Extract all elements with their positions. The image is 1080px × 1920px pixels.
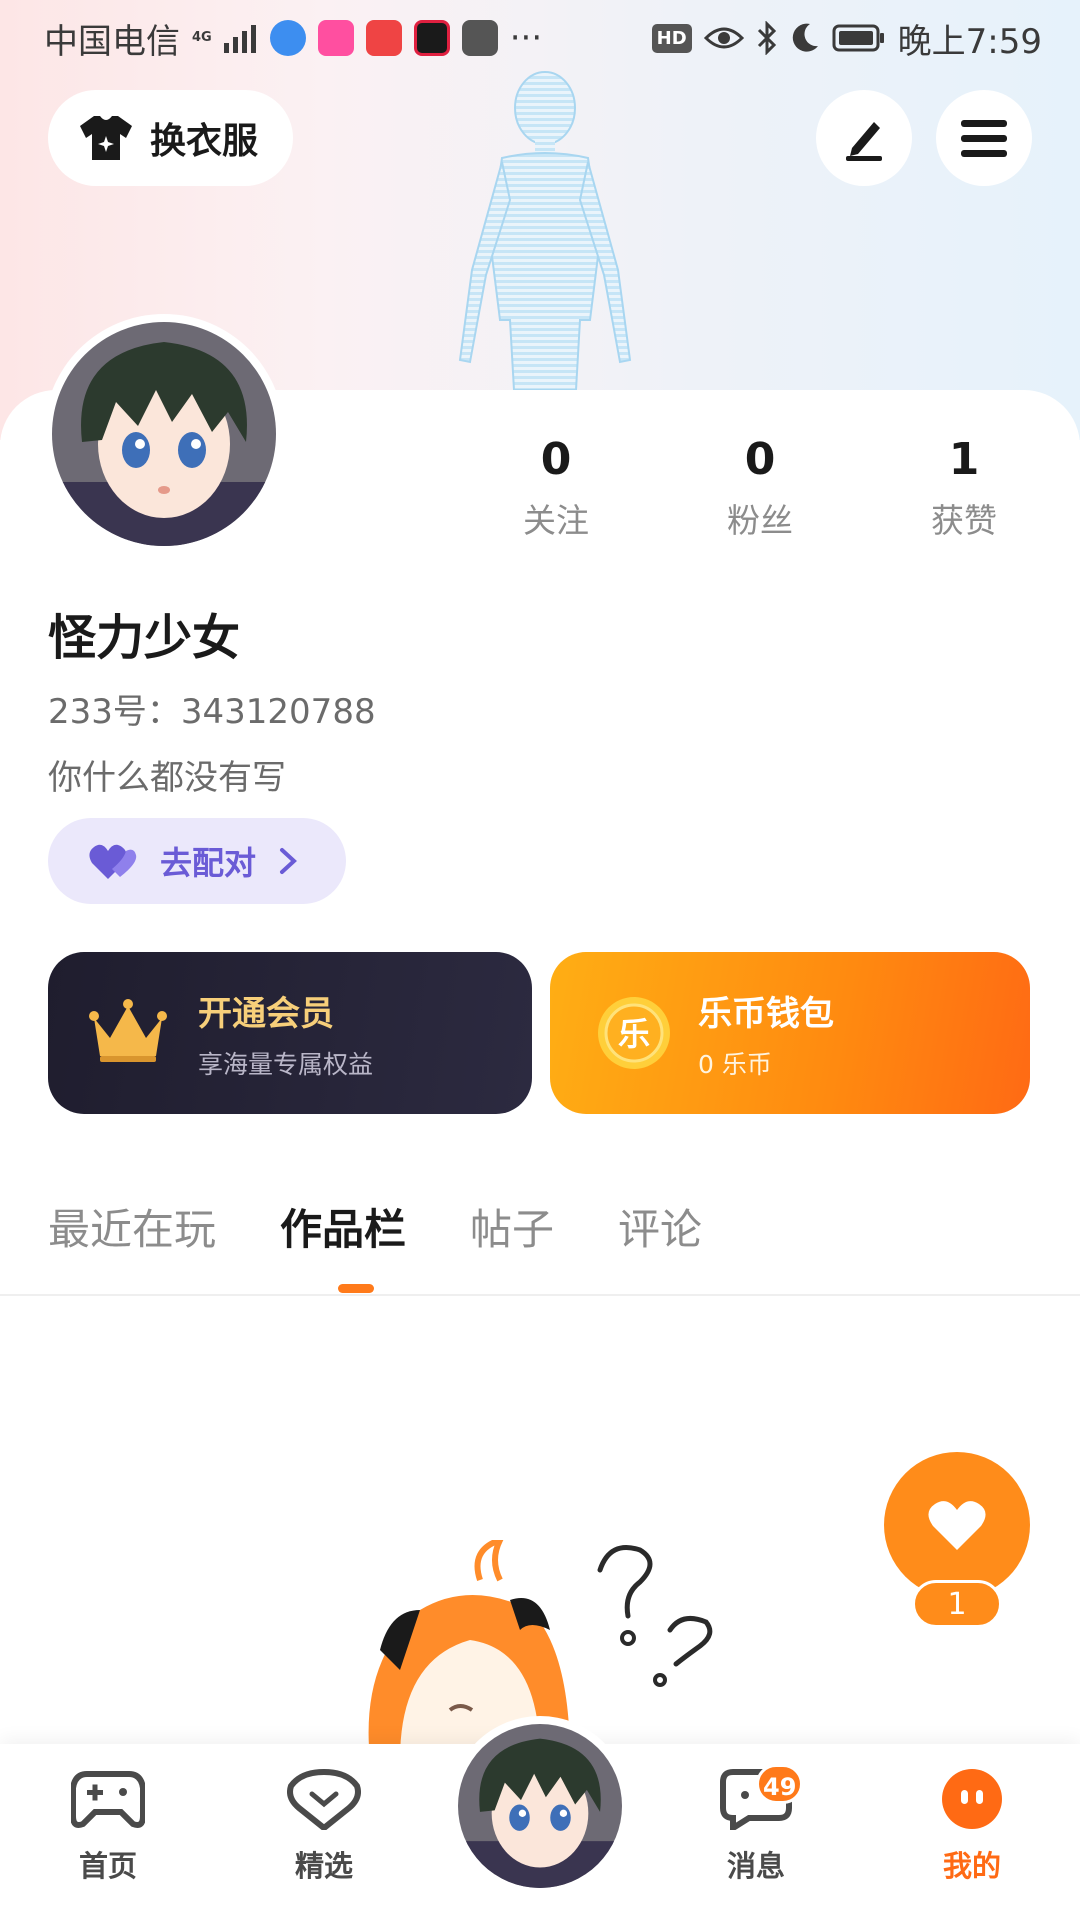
messages-badge: 49	[756, 1764, 804, 1804]
following-label: 关注	[523, 501, 589, 540]
bluetooth-icon	[757, 21, 776, 55]
wallet-card[interactable]: 乐 乐币钱包 0 乐币	[550, 952, 1030, 1114]
pen-icon	[846, 122, 882, 161]
status-bar-right: HD 晚上7:59	[651, 14, 1042, 63]
user-id[interactable]: 233号：343120788	[48, 684, 376, 733]
change-outfit-label: 换衣服	[150, 121, 259, 162]
nav-avatar-image	[458, 1724, 622, 1888]
coin-icon: 乐	[598, 997, 670, 1069]
user-bio[interactable]: 你什么都没有写	[48, 750, 286, 799]
nav-home-label: 首页	[78, 1849, 137, 1883]
nav-featured-label: 精选	[294, 1849, 353, 1883]
nav-messages[interactable]: 49 消息	[686, 1764, 826, 1885]
likes-label: 获赞	[931, 501, 997, 540]
moon-icon	[792, 23, 818, 52]
browser-app-icon	[269, 20, 306, 56]
menu-icon	[961, 120, 1007, 157]
video-app-icon	[317, 20, 354, 56]
avatar-3d-silhouette	[458, 71, 632, 390]
match-button[interactable]: 去配对	[48, 818, 346, 904]
carrier-name: 中国电信	[44, 21, 180, 62]
nav-mine[interactable]: 我的	[902, 1768, 1042, 1885]
crown-icon	[89, 999, 167, 1062]
coin-char: 乐	[618, 1015, 650, 1053]
tab-comments[interactable]: 评论	[618, 1196, 702, 1257]
active-tab-indicator	[338, 1284, 374, 1293]
more-notifications: ···	[509, 18, 543, 58]
eye-icon	[703, 27, 744, 49]
network-type: 4G	[192, 30, 212, 45]
tab-recently-played[interactable]: 最近在玩	[48, 1196, 216, 1257]
likes-stat[interactable]: 1 获赞	[894, 432, 1034, 542]
profile-tabs: 最近在玩 作品栏 帖子 评论	[48, 1196, 702, 1257]
nav-mine-label: 我的	[942, 1849, 1001, 1883]
followers-stat[interactable]: 0 粉丝	[690, 432, 830, 542]
menu-button[interactable]	[936, 90, 1032, 186]
nav-home[interactable]: 首页	[38, 1768, 178, 1885]
tshirt-icon	[80, 116, 132, 160]
like-count-badge: 1	[912, 1580, 1002, 1628]
heart-chat-icon	[287, 1768, 361, 1832]
user-nickname: 怪力少女	[48, 610, 241, 666]
status-bar: 中国电信 4G ··· HD 晚上7:59	[0, 0, 1080, 76]
nav-featured[interactable]: 精选	[254, 1768, 394, 1885]
avatar-image	[52, 322, 276, 546]
face-icon	[942, 1769, 1002, 1829]
wallet-balance: 0 乐币	[698, 1049, 772, 1079]
wallet-title: 乐币钱包	[698, 993, 834, 1034]
bottom-navigation: 首页 精选 49 消息 我的	[0, 1716, 1080, 1920]
edit-profile-button[interactable]	[816, 90, 912, 186]
profile-avatar[interactable]	[44, 314, 284, 554]
huawei-app-icon	[461, 20, 498, 56]
hd-icon: HD	[651, 23, 692, 53]
vip-subtitle: 享海量专属权益	[198, 1049, 374, 1079]
clock: 晚上7:59	[897, 21, 1042, 62]
status-bar-left: 中国电信 4G ···	[44, 14, 542, 63]
nav-messages-label: 消息	[726, 1849, 785, 1883]
chevron-right-icon	[280, 848, 297, 874]
battery-icon	[832, 24, 884, 52]
like-button[interactable]	[884, 1452, 1030, 1598]
vip-membership-card[interactable]: 开通会员 享海量专属权益	[48, 952, 532, 1114]
following-stat[interactable]: 0 关注	[486, 432, 626, 542]
following-count: 0	[540, 434, 572, 485]
reader-app-icon	[365, 20, 402, 56]
tab-divider	[0, 1294, 1080, 1296]
followers-count: 0	[744, 434, 776, 485]
match-label: 去配对	[160, 844, 257, 882]
nav-avatar[interactable]	[450, 1716, 630, 1896]
tab-posts[interactable]: 帖子	[470, 1196, 554, 1257]
followers-label: 粉丝	[727, 501, 793, 540]
gamepad-icon	[70, 1771, 146, 1828]
camera-app-icon	[413, 20, 450, 56]
signal-icon	[223, 25, 256, 53]
likes-count: 1	[948, 434, 980, 485]
change-outfit-button[interactable]: 换衣服	[48, 90, 293, 186]
heart-icon	[928, 1501, 986, 1550]
double-heart-icon	[89, 844, 137, 879]
vip-title: 开通会员	[198, 993, 334, 1034]
tab-works[interactable]: 作品栏	[280, 1196, 406, 1257]
